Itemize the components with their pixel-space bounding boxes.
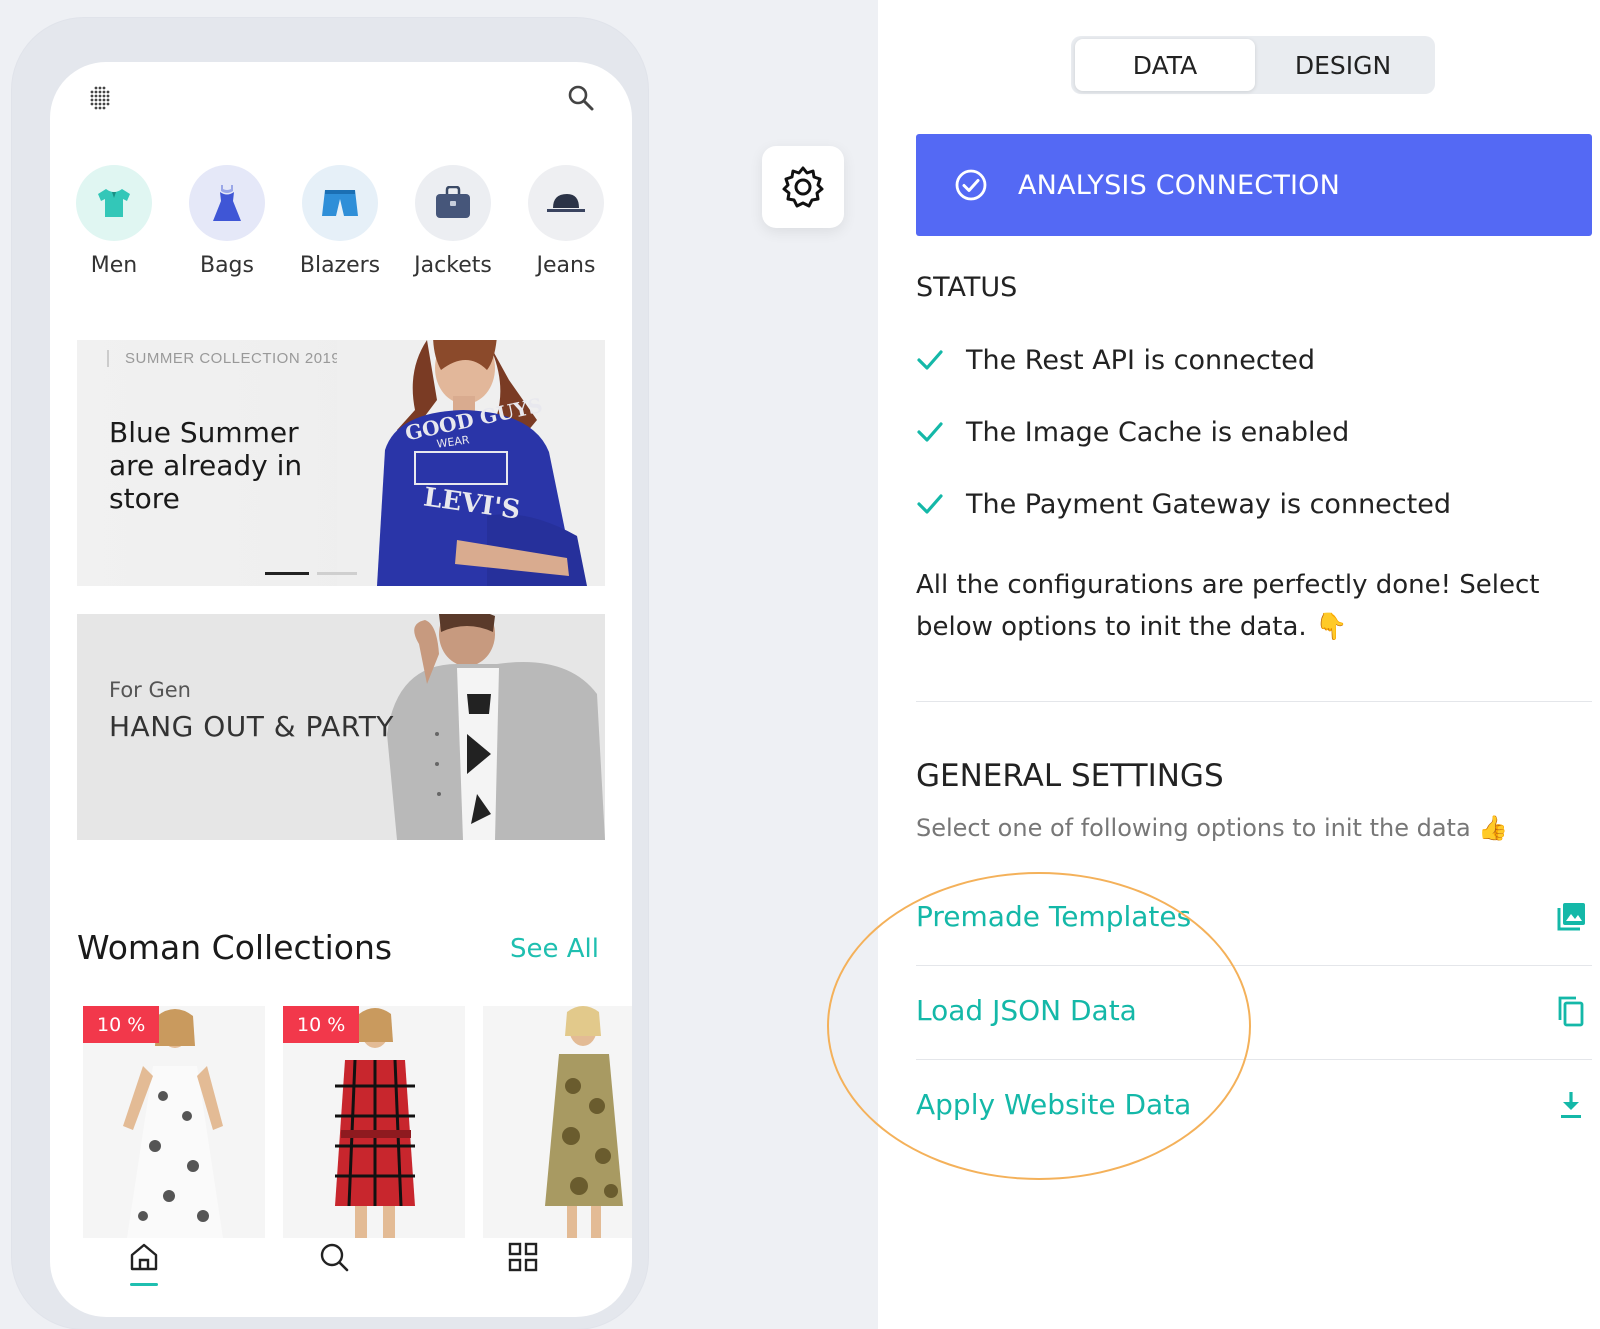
status-item: The Payment Gateway is connected bbox=[916, 484, 1451, 524]
download-icon bbox=[1561, 1092, 1581, 1118]
grid-icon[interactable] bbox=[506, 1240, 540, 1274]
settings-button[interactable] bbox=[762, 146, 844, 228]
tab-data[interactable]: DATA bbox=[1075, 39, 1255, 91]
product-photo bbox=[483, 1006, 632, 1238]
category-bags[interactable]: Bags bbox=[177, 165, 277, 278]
status-note: All the configurations are perfectly don… bbox=[916, 570, 1540, 642]
status-item: The Rest API is connected bbox=[916, 340, 1315, 380]
status-item: The Image Cache is enabled bbox=[916, 412, 1349, 452]
active-tab-indicator bbox=[130, 1283, 158, 1286]
tab-design[interactable]: DESIGN bbox=[1253, 39, 1433, 91]
category-men[interactable]: Men bbox=[64, 165, 164, 278]
option-apply-website-data[interactable]: Apply Website Data bbox=[916, 1060, 1592, 1154]
banner-subtitle: For Gen bbox=[109, 678, 191, 702]
copy-icon bbox=[1558, 996, 1584, 1027]
general-settings-subtitle: Select one of following options to init … bbox=[916, 814, 1509, 842]
product-card[interactable] bbox=[483, 1006, 632, 1238]
category-jeans[interactable]: Jeans bbox=[516, 165, 616, 278]
phone-frame: Men Bags Blazers Jackets Jeans SUMMER CO… bbox=[12, 18, 648, 1329]
model-photo bbox=[367, 614, 605, 840]
gear-icon bbox=[782, 166, 824, 208]
see-all-link[interactable]: See All bbox=[510, 934, 599, 964]
shorts-icon bbox=[302, 165, 378, 241]
check-circle-icon bbox=[955, 169, 987, 201]
button-label: ANALYSIS CONNECTION bbox=[1018, 169, 1341, 201]
option-premade-templates[interactable]: Premade Templates bbox=[916, 872, 1592, 966]
section-divider bbox=[916, 701, 1592, 702]
discount-badge: 10 % bbox=[283, 1006, 360, 1043]
option-load-json-data[interactable]: Load JSON Data bbox=[916, 966, 1592, 1060]
search-icon[interactable] bbox=[565, 82, 597, 114]
checkmark-icon bbox=[917, 350, 943, 370]
search-icon[interactable] bbox=[317, 1240, 351, 1274]
checkmark-icon bbox=[917, 422, 943, 442]
section-title: Woman Collections bbox=[77, 928, 393, 967]
status-heading: STATUS bbox=[916, 272, 1018, 303]
analysis-connection-button[interactable]: ANALYSIS CONNECTION bbox=[916, 134, 1592, 236]
phone-screen: Men Bags Blazers Jackets Jeans SUMMER CO… bbox=[50, 62, 632, 1317]
category-blazers[interactable]: Blazers bbox=[290, 165, 390, 278]
bag-icon bbox=[415, 165, 491, 241]
carousel-indicator[interactable] bbox=[265, 562, 365, 580]
preview-canvas: Men Bags Blazers Jackets Jeans SUMMER CO… bbox=[0, 0, 878, 1329]
product-card[interactable]: 10 % bbox=[83, 1006, 265, 1238]
category-jackets[interactable]: Jackets bbox=[403, 165, 503, 278]
banner-title: HANG OUT & PARTY bbox=[109, 710, 394, 743]
banner-tag: SUMMER COLLECTION 2019 bbox=[107, 350, 340, 367]
bottom-navigation bbox=[50, 1232, 632, 1292]
mode-tabs: DATA DESIGN bbox=[1071, 36, 1435, 94]
cap-icon bbox=[528, 165, 604, 241]
checkmark-icon bbox=[917, 494, 943, 514]
tshirt-icon bbox=[76, 165, 152, 241]
dress-icon bbox=[189, 165, 265, 241]
banner-title: Blue Summer are already in store bbox=[109, 416, 303, 515]
product-card[interactable]: 10 % bbox=[283, 1006, 465, 1238]
image-gallery-icon bbox=[1557, 903, 1585, 931]
discount-badge: 10 % bbox=[83, 1006, 160, 1043]
home-icon[interactable] bbox=[127, 1240, 161, 1274]
model-photo: GOOD GUYS WEAR LEVI'S bbox=[337, 340, 605, 586]
promo-banner-summer[interactable]: SUMMER COLLECTION 2019 Blue Summer are a… bbox=[77, 340, 605, 586]
promo-banner-party[interactable]: For Gen HANG OUT & PARTY bbox=[77, 614, 605, 840]
general-settings-heading: GENERAL SETTINGS bbox=[916, 758, 1224, 794]
menu-dots-icon[interactable] bbox=[86, 84, 114, 112]
